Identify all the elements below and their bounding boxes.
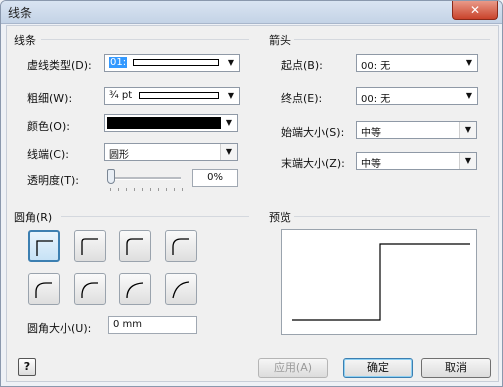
round-corner-arc-icon	[126, 282, 144, 299]
round-corner-large-icon	[172, 238, 189, 255]
cancel-button[interactable]: 取消	[421, 358, 491, 378]
chevron-down-icon: ▼	[220, 144, 237, 160]
rounding-option-2[interactable]	[74, 230, 106, 262]
dash-type-value: 01:	[109, 57, 128, 68]
begin-size-select[interactable]: 中等 ▼	[356, 121, 477, 139]
close-button[interactable]: ✕	[452, 1, 498, 20]
chevron-down-icon: ▼	[465, 58, 473, 67]
arrow-group-title: 箭头	[269, 34, 291, 47]
begin-size-value: 中等	[361, 128, 381, 139]
end-arrow-label: 终点(E):	[281, 92, 323, 105]
end-arrow-value: 00: 无	[361, 94, 391, 105]
color-select[interactable]: ▼	[104, 114, 238, 132]
weight-select[interactable]: ¾ pt ▼	[104, 87, 240, 105]
rounding-option-6[interactable]	[74, 273, 106, 305]
dialog-title: 线条	[8, 6, 33, 20]
line-group-divider	[41, 39, 249, 40]
color-swatch	[107, 117, 221, 129]
chevron-down-icon: ▼	[465, 91, 473, 100]
dash-type-swatch	[133, 59, 219, 66]
begin-size-label: 始端大小(S):	[281, 126, 345, 139]
dash-type-label: 虚线类型(D):	[27, 59, 92, 72]
rounding-option-4[interactable]	[165, 230, 197, 262]
transparency-track	[108, 177, 181, 180]
apply-button[interactable]: 应用(A)	[258, 358, 328, 378]
chevron-down-icon: ▼	[227, 91, 235, 100]
preview-line	[292, 243, 470, 321]
preview-group-title: 预览	[269, 211, 291, 224]
dialog-body: 线条 虚线类型(D): 01: ▼ 粗细(W): ¾ pt ▼ 颜色(O): ▼…	[6, 25, 499, 382]
end-size-select[interactable]: 中等 ▼	[356, 152, 477, 170]
arrow-group-divider	[294, 39, 490, 40]
begin-arrow-value: 00: 无	[361, 61, 391, 72]
ok-button[interactable]: 确定	[343, 358, 413, 378]
color-label: 颜色(O):	[27, 120, 70, 133]
rounding-option-1[interactable]	[28, 230, 60, 262]
round-corner-small-icon	[81, 238, 98, 255]
rounding-option-5[interactable]	[28, 273, 60, 305]
rounding-option-3[interactable]	[119, 230, 151, 262]
chevron-down-icon: ▼	[459, 122, 476, 138]
transparency-label: 透明度(T):	[27, 174, 80, 187]
square-corner-icon	[36, 240, 53, 256]
transparency-slider-thumb[interactable]	[107, 169, 115, 184]
transparency-input[interactable]: 0%	[192, 169, 238, 187]
chevron-down-icon: ▼	[225, 118, 233, 127]
cap-select[interactable]: 圆形 ▼	[104, 143, 238, 161]
begin-arrow-select[interactable]: 00: 无 ▼	[356, 54, 478, 72]
round-corner-xxl-icon	[81, 282, 98, 298]
line-group-title: 线条	[14, 34, 36, 47]
end-arrow-select[interactable]: 00: 无 ▼	[356, 87, 478, 105]
round-corner-medium-icon	[126, 238, 143, 255]
rounding-size-label: 圆角大小(U):	[27, 322, 92, 335]
rounding-size-input[interactable]: 0 mm	[108, 316, 197, 334]
line-dialog: 线条 ✕ 线条 虚线类型(D): 01: ▼ 粗细(W): ¾ pt ▼ 颜色(…	[0, 0, 503, 387]
cap-label: 线端(C):	[27, 148, 69, 161]
rounding-option-7[interactable]	[119, 273, 151, 305]
preview-group-divider	[294, 216, 490, 217]
title-bar: 线条 ✕	[1, 1, 502, 24]
begin-arrow-label: 起点(B):	[281, 59, 323, 72]
chevron-down-icon: ▼	[459, 153, 476, 169]
rounding-group-title: 圆角(R)	[14, 211, 53, 224]
weight-label: 粗细(W):	[27, 92, 73, 105]
weight-swatch	[139, 92, 219, 99]
preview-panel	[281, 229, 477, 335]
rounding-option-8[interactable]	[165, 273, 197, 305]
help-icon[interactable]: ?	[18, 358, 36, 376]
round-corner-full-icon	[172, 281, 190, 299]
rounding-group-divider	[61, 216, 249, 217]
transparency-ticks	[110, 188, 184, 191]
cap-value: 圆形	[109, 150, 129, 161]
end-size-value: 中等	[361, 159, 381, 170]
weight-value: ¾ pt	[109, 90, 133, 101]
rounding-size-value: 0 mm	[113, 319, 143, 330]
round-corner-xl-icon	[35, 282, 52, 298]
dash-type-select[interactable]: 01: ▼	[104, 54, 240, 72]
end-size-label: 末端大小(Z):	[281, 157, 345, 170]
chevron-down-icon: ▼	[227, 58, 235, 67]
